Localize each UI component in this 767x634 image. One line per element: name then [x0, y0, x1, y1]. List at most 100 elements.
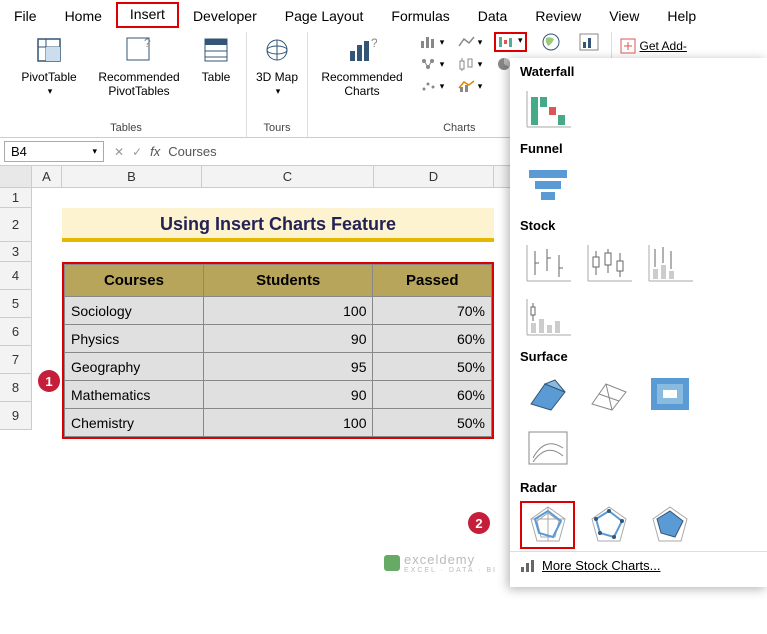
- th-passed: Passed: [373, 265, 492, 297]
- scatter-chart-button[interactable]: ▾: [418, 76, 446, 96]
- col-header-d[interactable]: D: [374, 166, 494, 187]
- waterfall-dropdown-button[interactable]: ▾: [494, 32, 527, 52]
- th-courses: Courses: [65, 265, 204, 297]
- pivottable-label: PivotTable: [21, 70, 76, 84]
- table-row: Geography9550%: [65, 353, 492, 381]
- radar-markers-option[interactable]: [581, 501, 636, 549]
- pivottable-button[interactable]: PivotTable ▾: [14, 32, 84, 97]
- wireframe-3d-option[interactable]: [581, 370, 636, 418]
- pivotchart-button[interactable]: [575, 32, 603, 52]
- rec-charts-label: Recommended Charts: [316, 70, 408, 98]
- watermark-text: exceldemy: [404, 552, 497, 567]
- maps-button[interactable]: [537, 32, 565, 52]
- col-header-b[interactable]: B: [62, 166, 202, 187]
- name-box-value: B4: [11, 144, 27, 159]
- recommended-pivottables-button[interactable]: ? Recommended PivotTables: [94, 32, 184, 98]
- data-selection: Courses Students Passed Sociology10070% …: [62, 262, 494, 439]
- name-box[interactable]: B4 ▾: [4, 141, 104, 162]
- formula-input[interactable]: Courses: [168, 144, 216, 159]
- bar-chart-icon: [520, 559, 536, 573]
- row-header-7[interactable]: 7: [0, 346, 32, 374]
- menubar: File Home Insert Developer Page Layout F…: [0, 0, 767, 28]
- tab-view[interactable]: View: [595, 4, 653, 28]
- pivottable-icon: [36, 32, 62, 68]
- line-chart-button[interactable]: ▾: [456, 32, 484, 52]
- fx-icon[interactable]: fx: [150, 144, 160, 159]
- addins-icon: [620, 38, 636, 54]
- watermark-icon: [384, 555, 400, 571]
- enter-formula-icon[interactable]: ✓: [132, 145, 142, 159]
- row-header-2[interactable]: 2: [0, 208, 32, 242]
- tab-developer[interactable]: Developer: [179, 4, 271, 28]
- table-icon: [203, 32, 229, 68]
- tab-help[interactable]: Help: [653, 4, 710, 28]
- row-headers: 1 2 3 4 5 6 7 8 9: [0, 188, 32, 430]
- select-all-corner[interactable]: [0, 166, 32, 187]
- row-header-1[interactable]: 1: [0, 188, 32, 208]
- row-header-8[interactable]: 8: [0, 374, 32, 402]
- tab-insert[interactable]: Insert: [116, 2, 179, 28]
- dd-waterfall-title: Waterfall: [520, 64, 757, 79]
- group-tables: PivotTable ▾ ? Recommended PivotTables T…: [6, 32, 247, 137]
- stock-hlc-option[interactable]: [520, 239, 575, 287]
- rec-charts-icon: ?: [347, 32, 377, 68]
- chevron-down-icon: ▾: [92, 146, 97, 157]
- stock-ohlc-option[interactable]: [581, 239, 636, 287]
- dd-surface-title: Surface: [520, 349, 757, 364]
- row-header-6[interactable]: 6: [0, 318, 32, 346]
- row-header-5[interactable]: 5: [0, 290, 32, 318]
- watermark: exceldemy EXCEL · DATA · BI: [384, 552, 497, 574]
- 3dmap-button[interactable]: 3D Map ▾: [255, 32, 299, 97]
- table-label: Table: [202, 70, 231, 84]
- stock-vohlc-option[interactable]: [520, 293, 575, 341]
- dd-radar-title: Radar: [520, 480, 757, 495]
- hierarchy-chart-button[interactable]: ▾: [418, 54, 446, 74]
- group-tours-label: Tours: [264, 122, 291, 137]
- sheet-title: Using Insert Charts Feature: [62, 208, 494, 242]
- column-chart-button[interactable]: ▾: [418, 32, 446, 52]
- col-header-c[interactable]: C: [202, 166, 374, 187]
- chart-type-dropdown: Waterfall Funnel Stock Surface Radar: [510, 58, 767, 587]
- statistic-chart-button[interactable]: ▾: [456, 54, 484, 74]
- data-table: Courses Students Passed Sociology10070% …: [64, 264, 492, 437]
- waterfall-chart-option[interactable]: [520, 85, 575, 133]
- stock-vhlc-option[interactable]: [642, 239, 697, 287]
- combo-chart-button[interactable]: ▾: [456, 76, 484, 96]
- get-addins-button[interactable]: Get Add-: [620, 38, 687, 54]
- contour-option[interactable]: [642, 370, 697, 418]
- table-header-row: Courses Students Passed: [65, 265, 492, 297]
- funnel-chart-option[interactable]: [520, 162, 575, 210]
- table-button[interactable]: Table: [194, 32, 238, 84]
- group-charts-label: Charts: [443, 122, 475, 137]
- rec-pivot-icon: ?: [126, 32, 152, 68]
- recommended-charts-button[interactable]: ? Recommended Charts: [316, 32, 408, 98]
- tab-pagelayout[interactable]: Page Layout: [271, 4, 378, 28]
- tab-file[interactable]: File: [0, 4, 51, 28]
- col-header-a[interactable]: A: [32, 166, 62, 187]
- group-tables-label: Tables: [110, 122, 142, 137]
- globe-icon: [264, 32, 290, 68]
- more-stock-charts-link[interactable]: More Stock Charts...: [510, 551, 767, 579]
- rec-pivot-label: Recommended PivotTables: [94, 70, 184, 98]
- tab-review[interactable]: Review: [521, 4, 595, 28]
- radar-option[interactable]: [520, 501, 575, 549]
- table-row: Chemistry10050%: [65, 409, 492, 437]
- tab-home[interactable]: Home: [51, 4, 116, 28]
- row-header-4[interactable]: 4: [0, 262, 32, 290]
- wireframe-contour-option[interactable]: [520, 424, 575, 472]
- row-header-3[interactable]: 3: [0, 242, 32, 262]
- table-row: Physics9060%: [65, 325, 492, 353]
- step-badge-2: 2: [468, 512, 490, 534]
- tab-formulas[interactable]: Formulas: [377, 4, 463, 28]
- 3dmap-label: 3D Map: [256, 70, 298, 84]
- table-row: Mathematics9060%: [65, 381, 492, 409]
- filled-radar-option[interactable]: [642, 501, 697, 549]
- surface-3d-option[interactable]: [520, 370, 575, 418]
- row-header-9[interactable]: 9: [0, 402, 32, 430]
- watermark-sub: EXCEL · DATA · BI: [404, 567, 497, 574]
- dd-funnel-title: Funnel: [520, 141, 757, 156]
- tab-data[interactable]: Data: [464, 4, 522, 28]
- step-badge-1: 1: [38, 370, 60, 392]
- dd-stock-title: Stock: [520, 218, 757, 233]
- cancel-formula-icon[interactable]: ✕: [114, 145, 124, 159]
